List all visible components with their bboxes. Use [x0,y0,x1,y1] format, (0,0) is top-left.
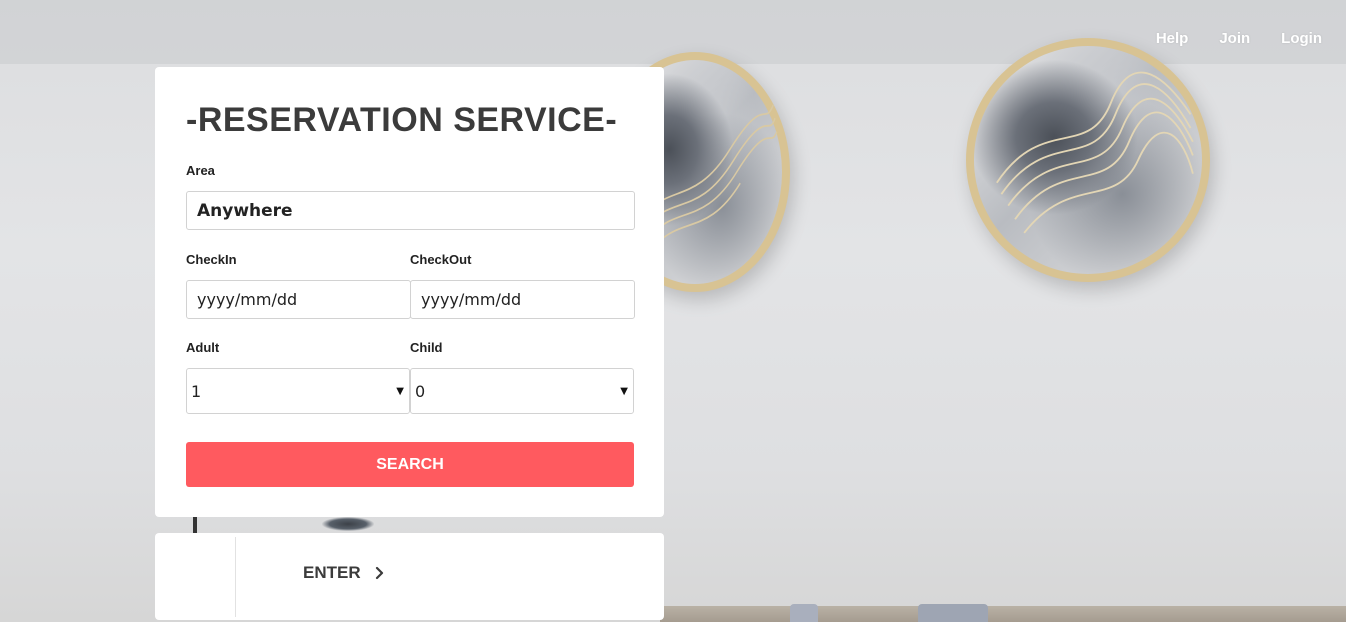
checkout-placeholder: yyyy/mm/dd [421,290,522,309]
reservation-title: -RESERVATION SERVICE- [186,101,618,139]
enter-label: ENTER [303,563,361,582]
area-value: Anywhere [197,200,293,221]
search-button[interactable]: SEARCH [186,442,634,487]
child-select[interactable]: 0 ▼ [410,368,634,414]
area-input[interactable]: Anywhere [186,191,635,230]
checkin-placeholder: yyyy/mm/dd [197,290,298,309]
adult-value: 1 [191,381,202,401]
cushion [790,604,818,622]
plant-leaves [322,517,374,531]
join-link[interactable]: Join [1219,30,1250,47]
adult-label: Adult [186,340,220,355]
caret-down-icon: ▼ [620,385,628,397]
top-nav: Help Join Login [1156,30,1322,47]
divider [235,537,236,617]
wall-art-right [966,38,1210,282]
checkin-label: CheckIn [186,252,237,267]
child-value: 0 [415,381,426,401]
login-link[interactable]: Login [1281,30,1322,47]
chevron-right-icon [375,566,383,580]
enter-card: ENTER [155,533,664,620]
checkout-label: CheckOut [410,252,472,267]
reservation-card: -RESERVATION SERVICE- Area Anywhere Chec… [155,67,664,517]
caret-down-icon: ▼ [396,385,404,397]
checkin-input[interactable]: yyyy/mm/dd [186,280,411,319]
area-label: Area [186,163,215,178]
checkout-input[interactable]: yyyy/mm/dd [410,280,635,319]
enter-button[interactable]: ENTER [303,563,387,583]
sofa [660,606,1346,622]
cushion [918,604,988,622]
plant-stem [193,515,197,535]
adult-select[interactable]: 1 ▼ [186,368,410,414]
child-label: Child [410,340,443,355]
help-link[interactable]: Help [1156,30,1189,47]
